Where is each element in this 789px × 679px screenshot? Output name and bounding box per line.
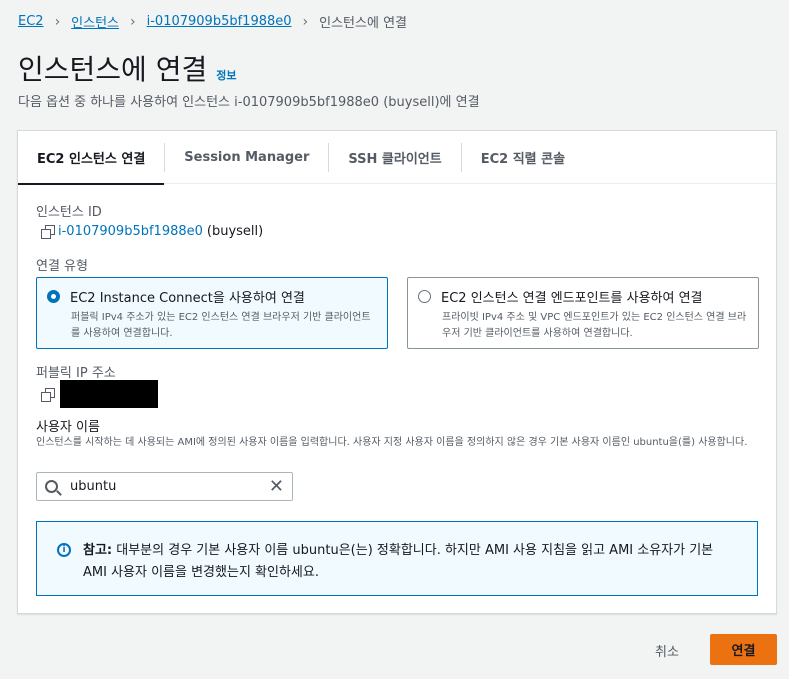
alert-text: 참고: 대부분의 경우 기본 사용자 이름 ubuntu은(는) 정확합니다. … <box>83 540 737 595</box>
info-icon: i <box>57 543 71 557</box>
copy-icon[interactable] <box>41 387 55 402</box>
connect-panel: EC2 인스턴스 연결 Session Manager SSH 클라이언트 EC… <box>17 130 777 614</box>
tab-ec2-instance-connect[interactable]: EC2 인스턴스 연결 <box>18 131 165 185</box>
instance-id-link[interactable]: i-0107909b5bf1988e0 <box>58 224 203 239</box>
close-icon[interactable]: ✕ <box>269 477 284 496</box>
username-value[interactable]: ubuntu <box>70 479 269 494</box>
chevron-right-icon: › <box>302 13 309 30</box>
username-label: 사용자 이름 <box>36 420 100 435</box>
public-ip-row <box>41 380 158 408</box>
tab-bar: EC2 인스턴스 연결 Session Manager SSH 클라이언트 EC… <box>18 131 776 185</box>
alert-bold: 참고: <box>83 543 113 558</box>
radio-title: EC2 Instance Connect을 사용하여 연결 <box>70 291 305 306</box>
page-subtitle: 다음 옵션 중 하나를 사용하여 인스턴스 i-0107909b5bf1988e… <box>18 95 480 110</box>
copy-icon[interactable] <box>41 225 55 239</box>
chevron-right-icon: › <box>54 13 61 30</box>
radio-title: EC2 인스턴스 연결 엔드포인트를 사용하여 연결 <box>441 291 703 306</box>
radio-button[interactable] <box>418 290 431 303</box>
username-description: 인스턴스를 시작하는 데 사용되는 AMI에 정의된 사용자 이름을 입력합니다… <box>36 437 748 448</box>
redacted-ip <box>60 380 158 408</box>
instance-id-row: i-0107909b5bf1988e0 (buysell) <box>41 224 263 239</box>
breadcrumb-current: 인스턴스에 연결 <box>319 16 407 31</box>
cancel-button[interactable]: 취소 <box>645 636 689 665</box>
search-icon <box>45 480 58 493</box>
instance-id-label: 인스턴스 ID <box>36 205 102 220</box>
radio-card-endpoint[interactable]: EC2 인스턴스 연결 엔드포인트를 사용하여 연결 프라이빗 IPv4 주소 … <box>407 277 759 349</box>
radio-card-instance-connect[interactable]: EC2 Instance Connect을 사용하여 연결 퍼블릭 IPv4 주… <box>36 277 388 349</box>
info-alert: i 참고: 대부분의 경우 기본 사용자 이름 ubuntu은(는) 정확합니다… <box>36 521 758 596</box>
breadcrumb: EC2 › 인스턴스 › i-0107909b5bf1988e0 › 인스턴스에… <box>18 12 407 32</box>
alert-body: 대부분의 경우 기본 사용자 이름 ubuntu은(는) 정확합니다. 하지만 … <box>83 543 714 580</box>
instance-name: (buysell) <box>206 224 264 239</box>
radio-description: 프라이빗 IPv4 주소 및 VPC 엔드포인트가 있는 EC2 인스턴스 연결… <box>442 312 747 339</box>
public-ip-label: 퍼블릭 IP 주소 <box>36 366 116 381</box>
tab-session-manager[interactable]: Session Manager <box>165 131 328 184</box>
page-title-text: 인스턴스에 연결 <box>18 53 208 86</box>
connection-type-label: 연결 유형 <box>36 259 88 274</box>
breadcrumb-ec2[interactable]: EC2 <box>18 14 44 29</box>
radio-button-selected[interactable] <box>47 290 60 303</box>
username-input[interactable]: ubuntu ✕ <box>36 472 293 501</box>
page-title: 인스턴스에 연결 정보 <box>18 48 236 88</box>
radio-description: 퍼블릭 IPv4 주소가 있는 EC2 인스턴스 연결 브라우저 기반 클라이언… <box>71 312 371 339</box>
info-link[interactable]: 정보 <box>216 67 236 83</box>
breadcrumb-instance-id[interactable]: i-0107909b5bf1988e0 <box>147 14 292 29</box>
connect-button[interactable]: 연결 <box>710 634 777 665</box>
tab-ssh-client[interactable]: SSH 클라이언트 <box>329 131 460 184</box>
tab-serial-console[interactable]: EC2 직렬 콘솔 <box>462 131 584 184</box>
chevron-right-icon: › <box>130 13 136 30</box>
breadcrumb-instances[interactable]: 인스턴스 <box>71 12 119 31</box>
